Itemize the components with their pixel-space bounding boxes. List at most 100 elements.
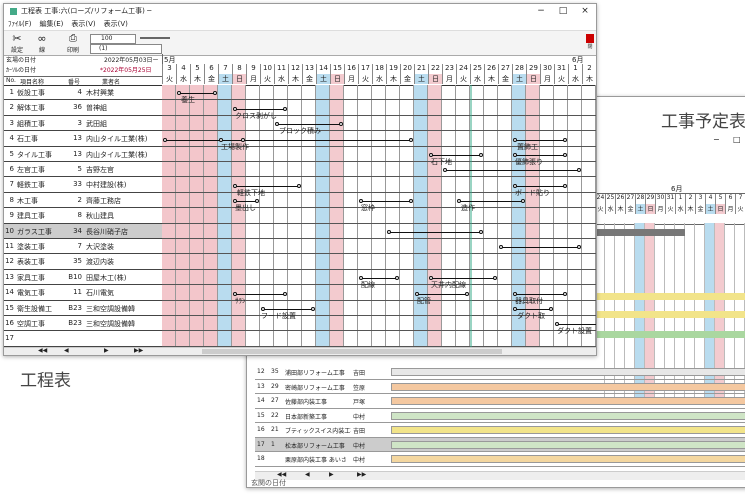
menu-view[interactable]: 表示(V) bbox=[71, 19, 95, 29]
task-bar[interactable] bbox=[389, 232, 481, 234]
task-row[interactable]: 5 タイル工事 13 内山タイル工業(株) bbox=[4, 147, 162, 162]
task-bar[interactable] bbox=[361, 278, 397, 280]
vendor-code: 3 bbox=[77, 118, 82, 127]
day-number: 7 bbox=[735, 194, 745, 204]
task-bar[interactable] bbox=[165, 139, 411, 141]
nav-next-button[interactable]: ▶ bbox=[104, 347, 109, 354]
vendor-name: 木村興業 bbox=[86, 89, 114, 97]
row-number: 12 bbox=[257, 368, 265, 375]
task-row[interactable]: 2 解体工事 36 曽神組 bbox=[4, 100, 162, 116]
link-button[interactable]: ∞ 線 bbox=[30, 33, 54, 55]
schedule-row[interactable]: 17 1 松本部リフォーム工事 中村 bbox=[255, 437, 745, 452]
task-row[interactable]: 12 表装工事 35 渡辺内装 bbox=[4, 254, 162, 270]
item-name: 仮設工事 bbox=[17, 89, 45, 97]
task-row[interactable]: 15 衛生設備工 B23 三和空調設備韓 bbox=[4, 301, 162, 316]
scroll-thumb[interactable] bbox=[202, 349, 502, 354]
nav-first-button[interactable]: ◀◀ bbox=[38, 347, 47, 354]
day-number: 12 bbox=[288, 64, 302, 74]
menu-display[interactable]: 表示(V) bbox=[104, 19, 128, 29]
menu-file[interactable]: ﾌｧｲﾙ(F) bbox=[8, 19, 32, 29]
schedule-row[interactable]: 14 27 佐藤部内装工事 戸塚 bbox=[255, 394, 745, 409]
task-bar[interactable] bbox=[515, 185, 565, 187]
task-row[interactable]: 14 電気工事 11 石川電気 bbox=[4, 285, 162, 301]
task-row[interactable]: 9 建具工事 8 秋山建具 bbox=[4, 208, 162, 224]
window-close-tool-button[interactable]: 閉 bbox=[584, 33, 596, 53]
task-bar[interactable] bbox=[515, 155, 565, 157]
day-number: 26 bbox=[615, 194, 625, 204]
nav-last-button[interactable]: ▶▶ bbox=[134, 347, 143, 354]
task-bar[interactable] bbox=[221, 139, 243, 141]
task-row[interactable]: 11 塗装工事 7 大沢塗装 bbox=[4, 239, 162, 255]
weekday-label: 月 bbox=[442, 74, 456, 84]
vendor-code: 13 bbox=[73, 134, 82, 143]
grid-row-line bbox=[162, 238, 596, 239]
task-bar[interactable] bbox=[235, 185, 299, 187]
menu-edit[interactable]: 編集(E) bbox=[40, 19, 64, 29]
task-bar[interactable] bbox=[557, 324, 596, 326]
task-row[interactable]: 3 組積工事 3 武田組 bbox=[4, 116, 162, 132]
task-row[interactable]: 1 仮設工事 4 木村興業 bbox=[4, 85, 162, 101]
task-row[interactable]: 4 石工事 13 内山タイル工業(株) bbox=[4, 131, 162, 147]
task-bar[interactable] bbox=[179, 93, 215, 95]
setting-button[interactable]: ✂ 設定 bbox=[8, 33, 26, 55]
maximize-button[interactable]: □ bbox=[552, 6, 574, 16]
task-label: 軽鉄下地 bbox=[237, 188, 265, 197]
row-number: 17 bbox=[257, 440, 265, 448]
day-number: 26 bbox=[484, 64, 498, 74]
task-row[interactable]: 13 家具工事 B10 田屋木工(株) bbox=[4, 270, 162, 286]
slider-track[interactable] bbox=[140, 37, 170, 39]
maximize-button[interactable]: □ bbox=[733, 135, 741, 144]
item-name: 組積工事 bbox=[17, 119, 45, 128]
grid-row-line bbox=[162, 268, 596, 270]
nav-prev-button[interactable]: ◀ bbox=[64, 347, 69, 354]
task-row[interactable]: 17 bbox=[4, 331, 162, 347]
task-label: 墨出し bbox=[235, 204, 256, 213]
minimize-button[interactable]: − bbox=[713, 135, 720, 144]
grid-row-line bbox=[162, 284, 596, 286]
minimize-button[interactable]: − bbox=[530, 6, 552, 16]
zoom-select[interactable]: 100 bbox=[90, 34, 136, 44]
task-label: 天井内配線 bbox=[431, 281, 466, 290]
nav-first-button[interactable]: ◀◀ bbox=[277, 471, 286, 478]
schedule-row[interactable]: 15 22 日本部新築工事 中村 bbox=[255, 409, 745, 423]
task-bar[interactable] bbox=[361, 201, 411, 203]
day-number: 8 bbox=[232, 64, 246, 74]
weekday-label: 木 bbox=[484, 74, 498, 84]
schedule-row[interactable]: 18 栗原部内装工事 あいさ 中村 bbox=[255, 452, 745, 467]
task-bar[interactable] bbox=[235, 108, 285, 110]
task-bar[interactable] bbox=[431, 155, 481, 157]
task-bar[interactable] bbox=[459, 201, 523, 203]
day-column bbox=[218, 85, 232, 347]
task-row[interactable]: 16 空調工事 B23 三和空調設備韓 bbox=[4, 316, 162, 332]
task-bar[interactable] bbox=[515, 309, 551, 311]
task-row[interactable]: 7 軽鉄工事 33 中村建設(株) bbox=[4, 177, 162, 193]
task-bar[interactable] bbox=[277, 124, 341, 126]
task-bar[interactable] bbox=[515, 139, 565, 141]
schedule-row[interactable]: 13 29 密崎部リフォーム工事 笠原 bbox=[255, 380, 745, 394]
task-bar[interactable] bbox=[431, 278, 495, 280]
schedule-row[interactable]: 16 21 ブティックスイス内装工事 吉田 bbox=[255, 423, 745, 438]
task-row[interactable]: 6 左官工事 5 吉野左官 bbox=[4, 162, 162, 178]
task-row[interactable]: 8 木工事 2 齊藤工務店 bbox=[4, 193, 162, 209]
print-button[interactable]: ⎙ 印刷 bbox=[64, 33, 82, 54]
task-bar[interactable] bbox=[235, 201, 257, 203]
task-bar[interactable] bbox=[445, 170, 579, 172]
schedule-row[interactable]: 12 35 浦田部リフォーム工事 吉田 bbox=[255, 365, 745, 380]
grid-row-line bbox=[162, 253, 596, 255]
vendor-code: 8 bbox=[77, 211, 82, 220]
task-bar[interactable] bbox=[263, 309, 313, 311]
task-bar[interactable] bbox=[515, 293, 565, 295]
nav-last-button[interactable]: ▶▶ bbox=[357, 471, 366, 478]
nav-prev-button[interactable]: ◀ bbox=[305, 471, 310, 478]
color-select[interactable]: (1) bbox=[90, 44, 162, 54]
task-bar[interactable] bbox=[501, 247, 579, 249]
list-nav-bar: ◀◀ ◀ ▶ ▶▶ bbox=[4, 347, 162, 355]
task-row[interactable]: 10 ガラス工事 34 長谷川硝子店 bbox=[4, 223, 162, 239]
task-bar[interactable] bbox=[235, 293, 285, 295]
close-button[interactable]: × bbox=[574, 6, 596, 16]
horizontal-scrollbar[interactable] bbox=[162, 347, 596, 355]
nav-next-button[interactable]: ▶ bbox=[329, 471, 334, 478]
day-column bbox=[414, 85, 428, 347]
row-number: 12 bbox=[5, 257, 14, 266]
task-bar[interactable] bbox=[417, 293, 467, 295]
